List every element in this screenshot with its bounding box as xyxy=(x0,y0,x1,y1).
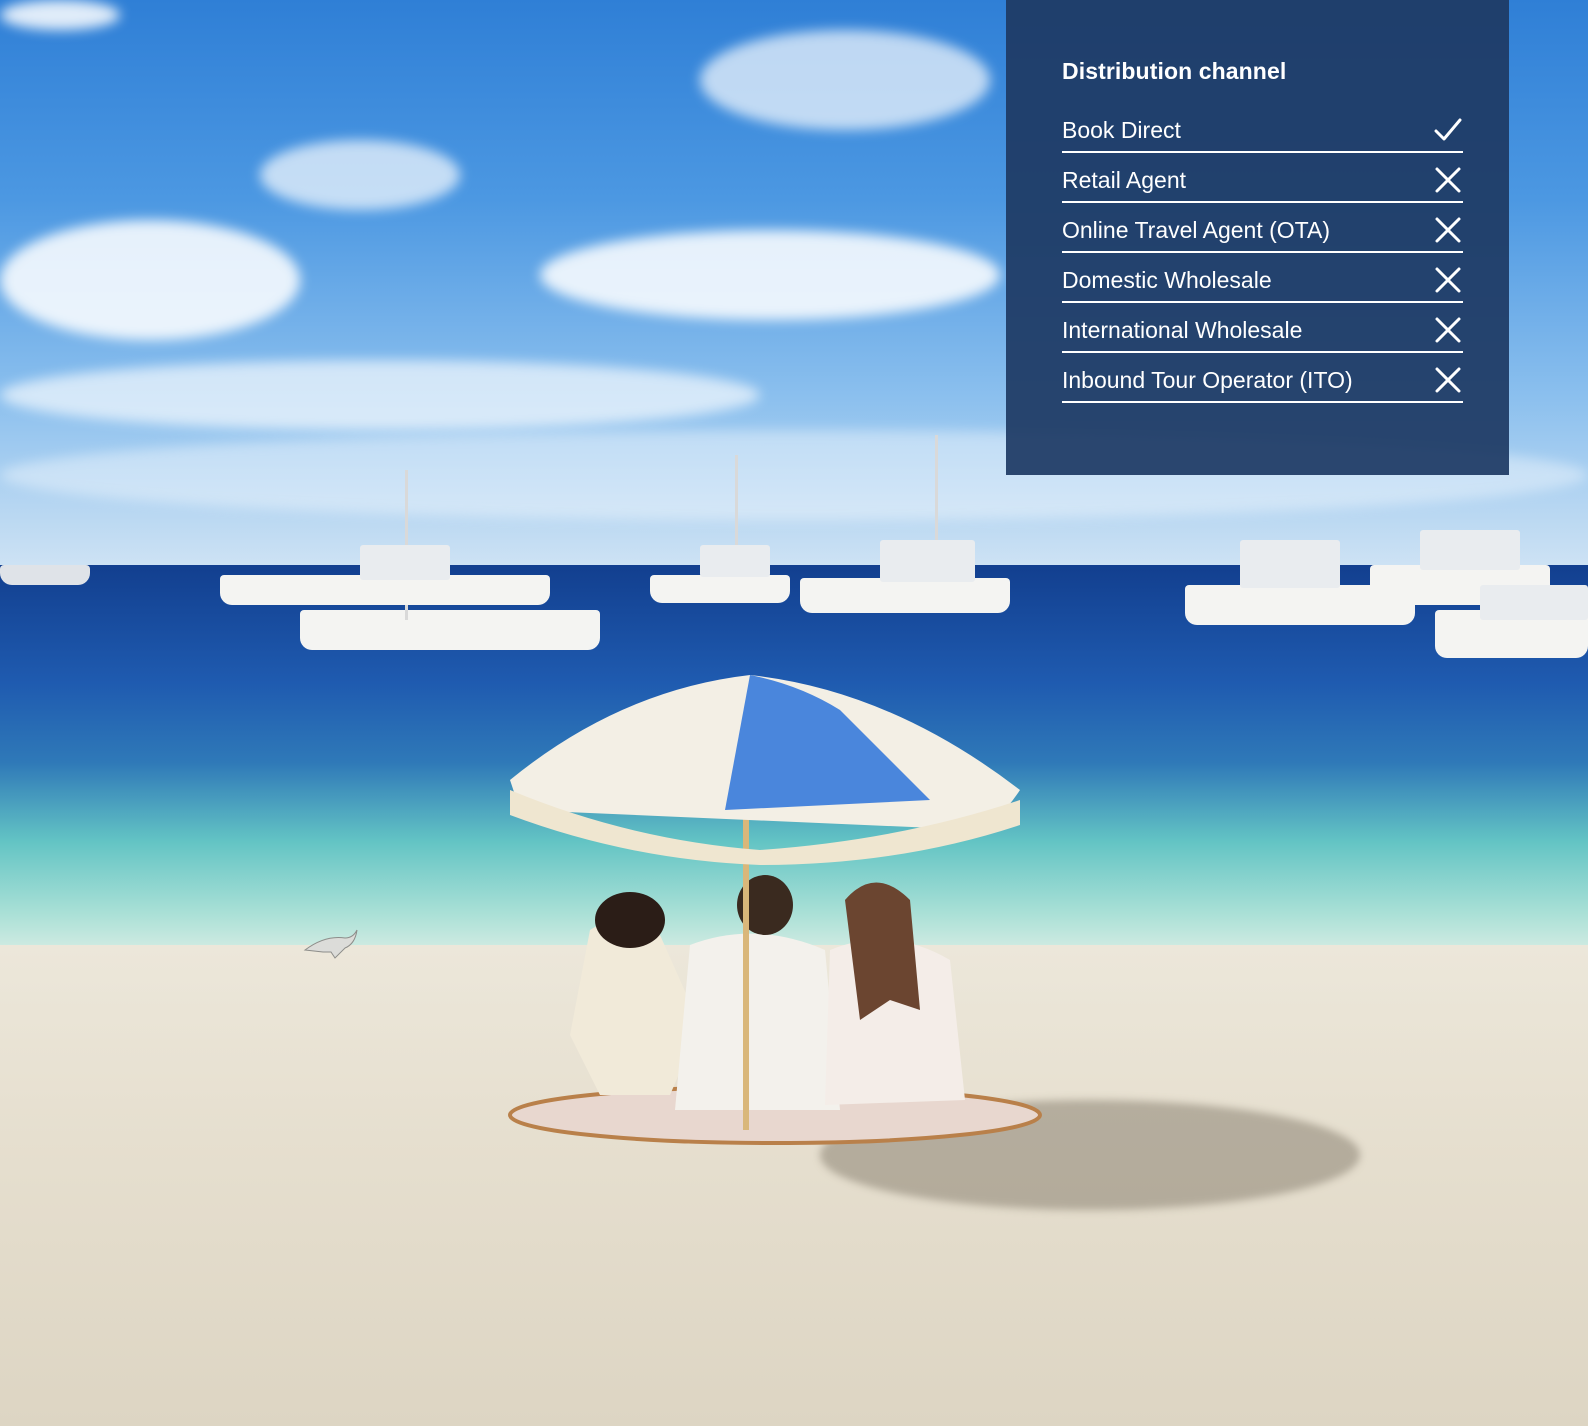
people xyxy=(570,875,965,1110)
cloud xyxy=(540,230,1000,320)
cabin xyxy=(880,540,975,582)
cabin xyxy=(1240,540,1340,588)
cloud xyxy=(0,0,120,30)
cloud xyxy=(0,220,300,340)
channel-row: Book Direct xyxy=(1062,105,1463,153)
cabin xyxy=(1480,585,1588,620)
cross-icon xyxy=(1433,265,1463,295)
seagull-icon xyxy=(303,929,358,959)
channel-row: International Wholesale xyxy=(1062,305,1463,353)
cabin xyxy=(360,545,450,580)
channel-row: Inbound Tour Operator (ITO) xyxy=(1062,355,1463,403)
channel-label: Online Travel Agent (OTA) xyxy=(1062,216,1331,243)
channel-row: Domestic Wholesale xyxy=(1062,255,1463,303)
boat xyxy=(650,575,790,603)
distribution-channel-panel: Distribution channel Book Direct Retail A… xyxy=(1006,0,1509,475)
cabin xyxy=(700,545,770,577)
cabin xyxy=(1420,530,1520,570)
cloud xyxy=(0,360,760,430)
channel-row: Retail Agent xyxy=(1062,155,1463,203)
cross-icon xyxy=(1433,165,1463,195)
cloud xyxy=(260,140,460,210)
cloud xyxy=(700,30,990,130)
beach-umbrella-scene-icon xyxy=(508,675,1042,1145)
boat xyxy=(300,610,600,650)
panel-title: Distribution channel xyxy=(1062,58,1287,84)
cross-icon xyxy=(1433,315,1463,345)
channel-list: Book Direct Retail Agent Online Travel Age… xyxy=(1062,105,1463,403)
channel-label: Inbound Tour Operator (ITO) xyxy=(1062,366,1353,393)
check-icon xyxy=(1433,115,1463,145)
channel-label: International Wholesale xyxy=(1062,316,1303,343)
channel-label: Book Direct xyxy=(1062,116,1181,143)
boat xyxy=(0,565,90,585)
channel-label: Retail Agent xyxy=(1062,166,1187,193)
cross-icon xyxy=(1433,365,1463,395)
channel-label: Domestic Wholesale xyxy=(1062,266,1272,293)
mast xyxy=(935,435,938,545)
channel-row: Online Travel Agent (OTA) xyxy=(1062,205,1463,253)
cross-icon xyxy=(1433,215,1463,245)
boat xyxy=(800,578,1010,613)
